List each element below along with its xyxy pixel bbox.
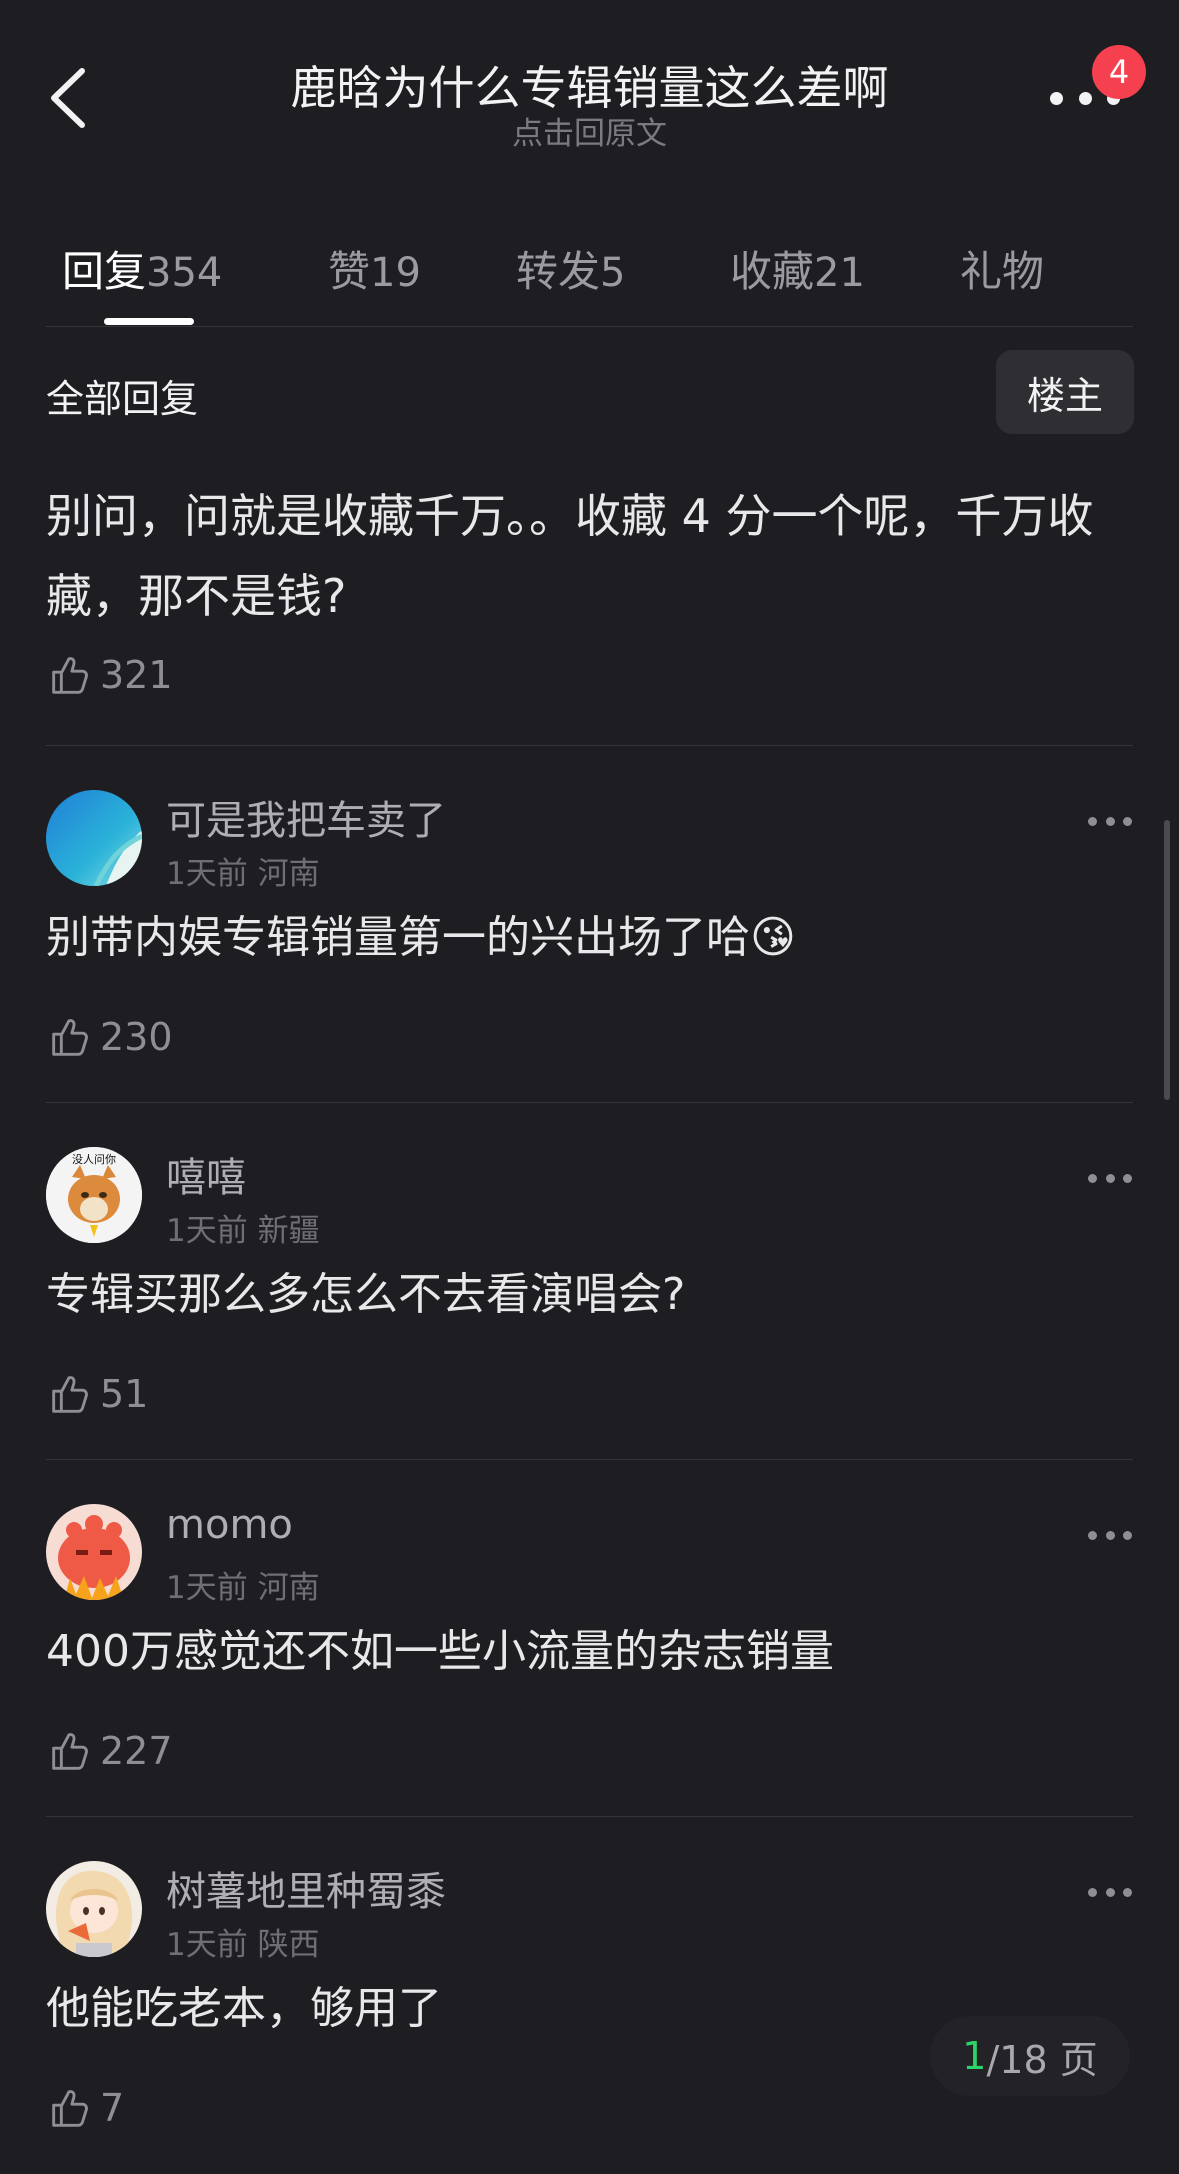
username[interactable]: 可是我把车卖了 [166, 788, 446, 846]
thumbs-up-icon [52, 2090, 88, 2127]
comment-location: 陕西 [257, 1927, 320, 1963]
tab-replies[interactable]: 回复354 [62, 238, 222, 299]
comment-location: 河南 [257, 1570, 320, 1606]
top-bar: 鹿晗为什么专辑销量这么差啊 点击回原文 4 [0, 0, 1179, 160]
comment-time: 1天前 [166, 1570, 248, 1606]
more-dot-icon [1050, 91, 1063, 105]
username[interactable]: 嘻嘻 [166, 1145, 246, 1203]
comment-time: 1天前 [166, 856, 248, 892]
tab-bar: 回复354 赞19 转发5 收藏21 礼物 [0, 220, 1179, 326]
total-pages: /18 页 [986, 2037, 1098, 2082]
more-dot-icon [1078, 91, 1092, 105]
like-count: 230 [100, 1015, 173, 1059]
comment-item: 没人问你 嘻嘻 1天前 新疆 专辑买那么多怎么不去看演唱会? 51 [0, 1103, 1179, 1460]
comment-item: 树薯地里种蜀黍 1天前 陕西 他能吃老本，够用了 7 [0, 1817, 1179, 2174]
username[interactable]: momo [166, 1502, 293, 1548]
tab-count: 19 [370, 250, 421, 296]
comment-text: 他能吃老本，够用了 [46, 1983, 442, 2034]
active-tab-indicator [104, 318, 194, 325]
comment-item: 可是我把车卖了 1天前 河南 别带内娱专辑销量第一的兴出场了哈😘 230 [0, 746, 1179, 1103]
thumbs-up-icon [52, 1376, 88, 1413]
tab-label: 回复 [62, 247, 147, 296]
scrollbar[interactable] [1164, 820, 1170, 1100]
comment-more-button[interactable] [1088, 814, 1132, 828]
tab-favorites[interactable]: 收藏21 [730, 238, 865, 299]
back-to-original-link[interactable]: 点击回原文 [200, 108, 979, 153]
current-page: 1 [962, 2034, 987, 2078]
like-count: 227 [100, 1729, 173, 1773]
comment-more-button[interactable] [1088, 1171, 1132, 1185]
comment-text: 别带内娱专辑销量第一的兴出场了哈😘 [46, 901, 796, 965]
back-button[interactable] [40, 62, 96, 134]
like-button[interactable]: 227 [46, 1728, 173, 1774]
like-button[interactable]: 321 [46, 652, 173, 698]
comment-text: 专辑买那么多怎么不去看演唱会? [46, 1269, 686, 1320]
comment-meta: 1天前 河南 [166, 1562, 320, 1607]
op-post-text: 别问，问就是收藏千万。。收藏 4 分一个呢，千万收藏，那不是钱? [46, 489, 1094, 623]
avatar[interactable] [46, 790, 142, 886]
like-button[interactable]: 51 [46, 1371, 148, 1417]
thumbs-up-icon [52, 1019, 88, 1056]
username[interactable]: 树薯地里种蜀黍 [166, 1859, 446, 1917]
avatar[interactable]: 没人问你 [46, 1147, 142, 1243]
tab-label: 转发 [516, 247, 601, 296]
tab-count: 21 [814, 250, 865, 296]
avatar[interactable] [46, 1861, 142, 1957]
chevron-left-icon [51, 68, 85, 128]
comment-time: 1天前 [166, 1213, 248, 1249]
tab-likes[interactable]: 赞19 [328, 238, 421, 299]
avatar-caption: 没人问你 [72, 1153, 116, 1166]
tab-label: 礼物 [960, 247, 1045, 296]
kiss-emoji-icon: 😘 [750, 912, 796, 963]
all-replies-label[interactable]: 全部回复 [46, 368, 198, 423]
comment-meta: 1天前 河南 [166, 848, 320, 893]
comment-item: momo 1天前 河南 400万感觉还不如一些小流量的杂志销量 227 [0, 1460, 1179, 1817]
reply-filter-row: 全部回复 楼主 [0, 350, 1179, 436]
thumbs-up-icon [52, 657, 88, 694]
comment-more-button[interactable] [1088, 1528, 1132, 1542]
like-count: 7 [100, 2086, 125, 2130]
like-count: 321 [100, 653, 173, 697]
like-count: 51 [100, 1372, 149, 1416]
thumbs-up-icon [52, 1733, 88, 1770]
op-only-button[interactable]: 楼主 [996, 350, 1134, 434]
comment-time: 1天前 [166, 1927, 248, 1963]
tab-label: 赞 [328, 247, 371, 296]
avatar[interactable] [46, 1504, 142, 1600]
page-indicator[interactable]: 1/18 页 [930, 2016, 1130, 2096]
like-button[interactable]: 230 [46, 1014, 173, 1060]
comment-location: 新疆 [257, 1213, 320, 1249]
notification-badge: 4 [1092, 45, 1146, 99]
tab-count: 354 [146, 250, 223, 296]
tab-reposts[interactable]: 转发5 [516, 238, 625, 299]
comment-location: 河南 [257, 856, 320, 892]
comment-meta: 1天前 新疆 [166, 1205, 320, 1250]
tab-label: 收藏 [730, 247, 815, 296]
tab-count: 5 [600, 250, 626, 296]
comment-meta: 1天前 陕西 [166, 1919, 320, 1964]
comment-more-button[interactable] [1088, 1885, 1132, 1899]
tab-gifts[interactable]: 礼物 [960, 238, 1044, 299]
comment-text-content: 别带内娱专辑销量第一的兴出场了哈 [46, 912, 750, 963]
like-button[interactable]: 7 [46, 2085, 124, 2131]
divider [46, 326, 1133, 327]
comment-text: 400万感觉还不如一些小流量的杂志销量 [46, 1626, 834, 1677]
